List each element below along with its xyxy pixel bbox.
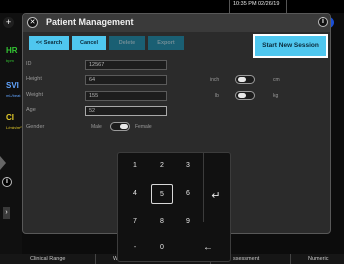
svi-label: SVI <box>6 81 19 90</box>
key-7[interactable]: 7 <box>124 212 146 232</box>
weight-label: Weight <box>26 92 44 98</box>
age-field[interactable]: 52 <box>85 106 167 116</box>
weight-unit-lb: lb <box>215 93 219 99</box>
id-field[interactable]: 12567 <box>85 60 167 70</box>
key-3[interactable]: 3 <box>177 156 199 176</box>
key-2[interactable]: 2 <box>151 156 173 176</box>
weight-unit-toggle[interactable] <box>235 91 255 100</box>
height-unit-inch: inch <box>210 77 220 83</box>
key-1[interactable]: 1 <box>124 156 146 176</box>
svi-unit: mL/beat <box>6 93 21 98</box>
tab-assessment[interactable]: ssessment <box>233 254 259 264</box>
gender-male-label: Male <box>91 124 102 130</box>
status-date: 02/26/19 <box>258 1 280 7</box>
start-new-session-button[interactable]: Start New Session <box>253 34 328 58</box>
height-label: Height <box>26 76 42 82</box>
key-9[interactable]: 9 <box>177 212 199 232</box>
weight-unit-kg: kg <box>273 93 279 99</box>
gender-female-label: Female <box>135 124 152 130</box>
add-parameter-icon[interactable]: + <box>3 17 14 28</box>
key-4[interactable]: 4 <box>124 184 146 204</box>
dialog-title: Patient Management <box>46 17 134 27</box>
status-time: 10:35 PM <box>233 1 257 7</box>
age-label: Age <box>26 107 36 113</box>
height-field[interactable]: 64 <box>85 75 167 85</box>
hr-label: HR <box>6 46 18 55</box>
key-6[interactable]: 6 <box>177 184 199 204</box>
gender-label: Gender <box>26 124 45 130</box>
status-divider <box>229 0 230 13</box>
toggle-knob <box>238 93 246 98</box>
tab-numeric[interactable]: Numeric <box>308 254 328 264</box>
info-icon[interactable]: i <box>2 177 12 187</box>
tab-divider <box>290 254 291 264</box>
toggle-knob <box>120 124 128 129</box>
enter-icon[interactable]: ↵ <box>205 186 227 206</box>
ci-unit: L/min/m² <box>6 125 22 130</box>
search-button[interactable]: << Search <box>29 36 69 50</box>
gender-toggle[interactable] <box>110 122 130 131</box>
expand-arrow-icon[interactable]: › <box>3 207 10 219</box>
cancel-button[interactable]: Cancel <box>72 36 106 50</box>
key-minus[interactable]: - <box>124 238 146 258</box>
weight-field[interactable]: 155 <box>85 91 167 101</box>
dialog-info-icon[interactable]: i <box>318 17 328 27</box>
ci-label: CI <box>6 113 14 122</box>
height-unit-cm: cm <box>273 77 280 83</box>
toggle-knob <box>238 77 246 82</box>
height-unit-toggle[interactable] <box>235 75 255 84</box>
app-screen: 10:35 PM 02/26/19 + HR bpm SVI mL/beat C… <box>0 0 344 264</box>
status-divider <box>286 0 287 13</box>
tab-divider <box>95 254 96 264</box>
tab-clinical-range[interactable]: Clinical Range <box>30 254 65 264</box>
key-5[interactable]: 5 <box>151 184 173 204</box>
export-button[interactable]: Export <box>148 36 184 50</box>
key-0[interactable]: 0 <box>151 238 173 258</box>
backspace-icon[interactable]: ← <box>195 238 221 258</box>
strip-handle-icon[interactable] <box>0 156 6 170</box>
id-label: ID <box>26 61 32 67</box>
close-icon[interactable]: ✕ <box>27 17 38 28</box>
hr-unit: bpm <box>6 58 14 63</box>
delete-button[interactable]: Delete <box>109 36 145 50</box>
status-bar <box>0 0 344 13</box>
key-8[interactable]: 8 <box>151 212 173 232</box>
